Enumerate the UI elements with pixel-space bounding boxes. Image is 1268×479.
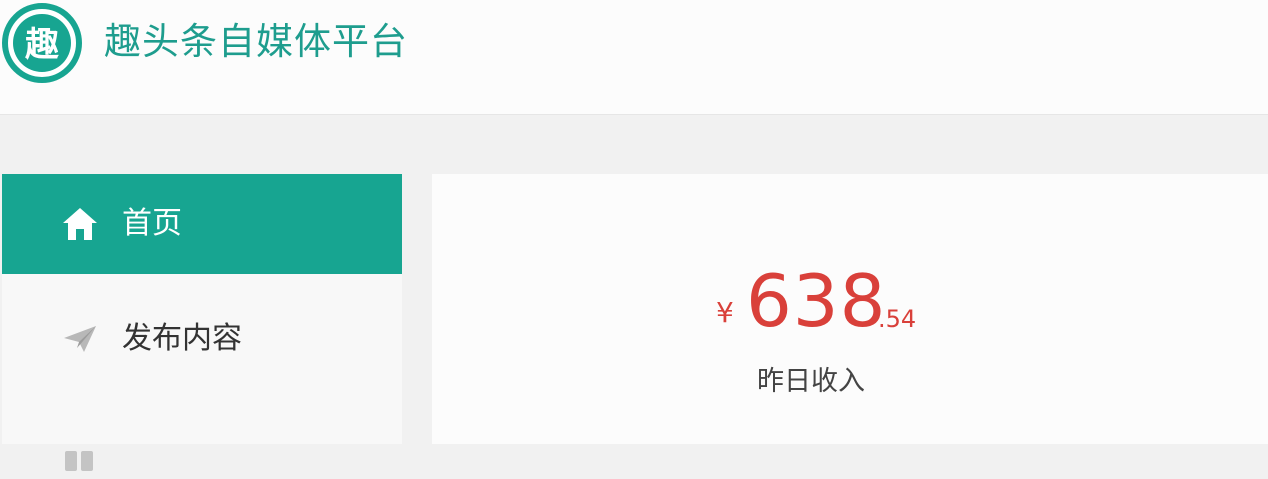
- yesterday-income-label: 昨日收入: [757, 366, 865, 397]
- quote-icon: [60, 439, 100, 479]
- sidebar-nav: 首页 发布内容: [2, 174, 402, 471]
- paper-plane-icon: [60, 319, 100, 359]
- sidebar-item-publish[interactable]: 发布内容: [2, 286, 402, 391]
- sidebar-item-more[interactable]: [2, 403, 402, 471]
- logo-glyph: 趣: [25, 25, 59, 65]
- brand-title: 趣头条自媒体平台: [104, 20, 408, 63]
- sidebar-item-home[interactable]: 首页: [2, 174, 402, 274]
- income-amount-decimal: .54: [878, 305, 917, 333]
- income-amount-integer: 638: [746, 259, 887, 343]
- sidebar-item-label: 发布内容: [122, 320, 242, 356]
- top-header: 趣 趣头条自媒体平台: [0, 0, 1268, 115]
- brand-logo[interactable]: 趣: [2, 3, 82, 83]
- logo-badge-icon: 趣: [2, 3, 82, 83]
- currency-symbol: ¥: [716, 296, 734, 329]
- sidebar-item-label: 首页: [122, 206, 182, 241]
- home-icon: [60, 204, 100, 244]
